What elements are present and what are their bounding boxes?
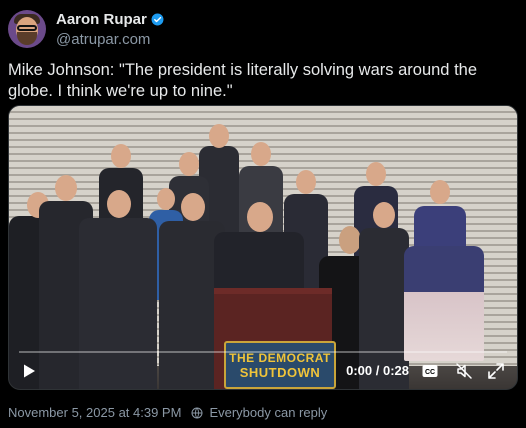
- author-info: Aaron Rupar @atrupar.com: [56, 11, 164, 48]
- display-name[interactable]: Aaron Rupar: [56, 11, 147, 28]
- globe-icon: [191, 407, 203, 418]
- tweet-footer: November 5, 2025 at 4:39 PM Everybody ca…: [8, 405, 327, 420]
- reply-setting: Everybody can reply: [209, 405, 328, 420]
- avatar[interactable]: [8, 10, 46, 48]
- verified-badge-icon: [151, 13, 164, 25]
- video-controls: [9, 353, 517, 389]
- tweet-header: Aaron Rupar @atrupar.com: [8, 8, 164, 50]
- captions-label: CC: [425, 369, 435, 376]
- video-player[interactable]: THE DEMOCRAT SHUTDOWN 0:00 / 0:28 CC: [8, 105, 518, 390]
- tweet-text: Mike Johnson: "The president is literall…: [8, 61, 478, 100]
- fullscreen-icon[interactable]: [487, 362, 505, 380]
- timestamp[interactable]: November 5, 2025 at 4:39 PM: [8, 405, 181, 420]
- mute-icon[interactable]: [455, 362, 473, 380]
- captions-icon[interactable]: CC: [421, 362, 439, 380]
- play-icon[interactable]: [21, 363, 37, 379]
- video-time: 0:00 / 0:28: [346, 363, 409, 378]
- handle[interactable]: @atrupar.com: [56, 31, 164, 48]
